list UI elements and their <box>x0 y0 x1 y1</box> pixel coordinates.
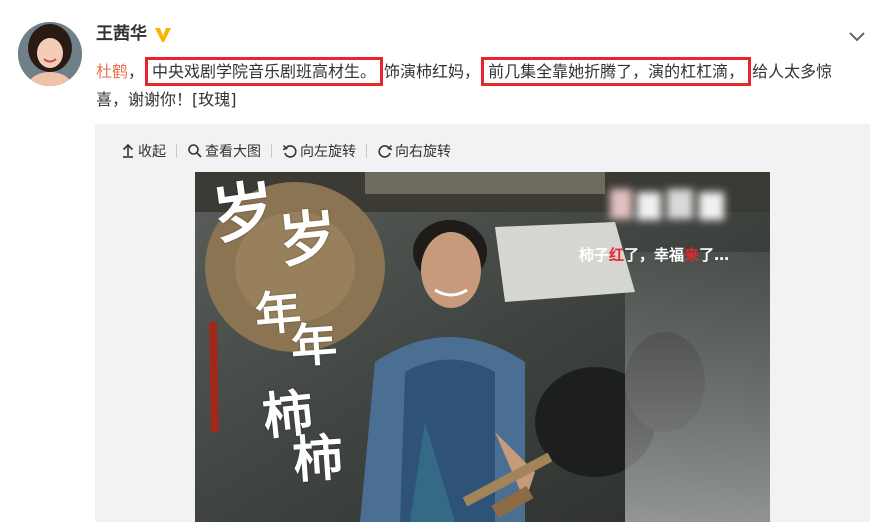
title-char-6: 柿 <box>290 427 345 490</box>
blurred-logo <box>610 189 724 220</box>
rotate-left-icon <box>282 144 297 158</box>
rotate-left-label: 向左旋转 <box>300 144 356 160</box>
collapse-button[interactable]: 收起 <box>120 141 166 161</box>
rotate-right-icon <box>378 144 393 158</box>
title-char-1: 岁 <box>208 172 280 253</box>
tagline-part-c: 了… <box>699 246 730 264</box>
magnifier-icon <box>188 144 202 158</box>
highlight-box-2: 前几集全靠她折腾了，演的杠杠滴， <box>481 57 752 86</box>
post-photo[interactable]: 柿子红了，幸福来了… 岁 岁 年 年 柿 柿 <box>195 172 770 522</box>
title-char-4: 年 <box>289 316 339 374</box>
post-text-part1: ， <box>128 62 145 81</box>
post-text-part2: 饰演柿红妈， <box>384 62 481 81</box>
arrow-up-icon <box>122 143 134 158</box>
title-char-2: 岁 <box>275 202 341 276</box>
image-toolbar: 收起 查看大图 向左旋转 向右旋转 <box>120 139 451 163</box>
tagline-part-a: 柿子 <box>579 246 610 264</box>
collapse-label: 收起 <box>138 144 166 160</box>
chevron-down-icon[interactable] <box>848 27 866 45</box>
mention-link[interactable]: 杜鹤 <box>96 62 128 81</box>
toolbar-divider <box>366 144 367 158</box>
tagline-part-b: 了，幸福 <box>624 246 685 264</box>
avatar[interactable] <box>18 22 82 86</box>
tagline: 柿子红了，幸福来了… <box>579 244 729 265</box>
post-text: 杜鹤， 中央戏剧学院音乐剧班高材生。 饰演柿红妈， 前几集全靠她折腾了，演的杠杠滴，给… <box>96 57 856 114</box>
tagline-red-2: 来 <box>684 246 700 264</box>
verified-v-icon <box>155 28 171 42</box>
highlight-box-1: 中央戏剧学院音乐剧班高材生。 <box>145 57 384 86</box>
username[interactable]: 王茜华 <box>96 22 147 46</box>
tagline-red-1: 红 <box>609 246 625 264</box>
toolbar-divider <box>271 144 272 158</box>
toolbar-divider <box>176 144 177 158</box>
rotate-left-button[interactable]: 向左旋转 <box>282 141 356 161</box>
avatar-image <box>18 22 82 86</box>
view-large-button[interactable]: 查看大图 <box>187 141 261 161</box>
rotate-right-button[interactable]: 向右旋转 <box>377 141 451 161</box>
rotate-right-label: 向右旋转 <box>395 144 451 160</box>
view-large-label: 查看大图 <box>205 144 261 160</box>
